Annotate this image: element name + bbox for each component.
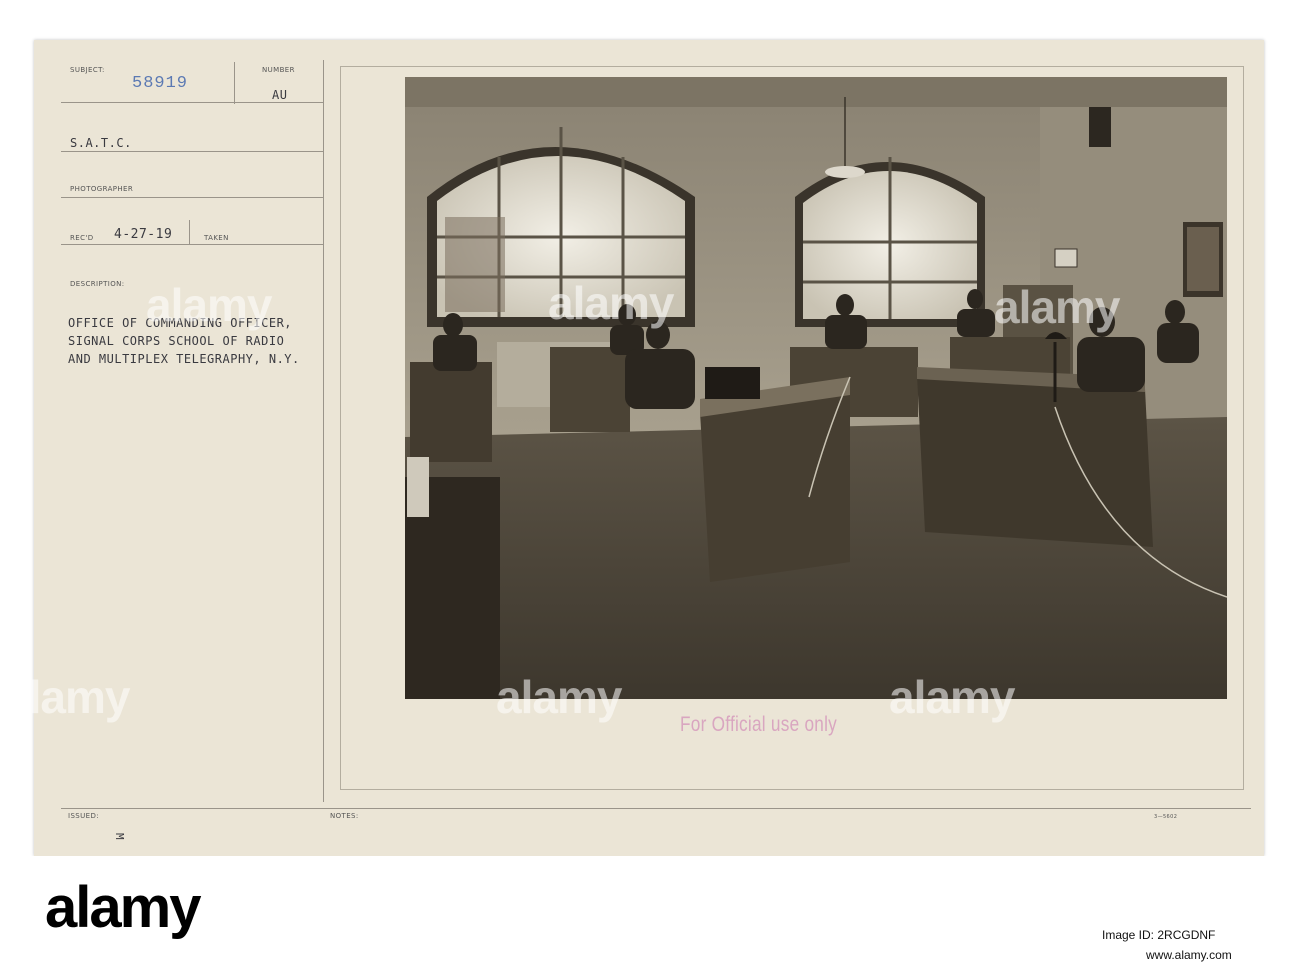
- description-label: DESCRIPTION:: [70, 280, 125, 288]
- site-url: www.alamy.com: [1146, 948, 1232, 962]
- form-number: 3—5602: [1154, 814, 1178, 820]
- archival-photograph: [405, 77, 1227, 699]
- watermark: alamy: [4, 671, 130, 723]
- alamy-logo: alamy: [45, 875, 201, 940]
- official-use-stamp: For Official use only: [680, 713, 838, 736]
- issued-label: ISSUED:: [68, 812, 100, 820]
- watermark: alamy: [889, 671, 1015, 723]
- issued-mark: M: [113, 832, 127, 841]
- image-id: Image ID: 2RCGDNF: [1102, 928, 1216, 942]
- subject-text: S.A.T.C.: [70, 136, 132, 150]
- photographer-label: PHOTOGRAPHER: [70, 185, 134, 193]
- divider: [234, 62, 235, 104]
- number-stamp: 58919: [132, 74, 189, 93]
- subject-label: SUBJECT:: [70, 66, 105, 74]
- taken-label: TAKEN: [204, 234, 229, 242]
- recd-label: REC'D: [70, 234, 94, 242]
- number-label: NUMBER: [262, 66, 295, 74]
- divider: [61, 808, 1251, 809]
- number-suffix: AU: [272, 88, 288, 102]
- archive-card: SUBJECT: NUMBER 58919 AU S.A.T.C. PHOTOG…: [4, 40, 1264, 856]
- watermark: alamy: [548, 277, 674, 329]
- office-scene-illustration: [405, 77, 1227, 699]
- divider: [61, 151, 323, 152]
- notes-label: NOTES:: [330, 812, 359, 820]
- stock-footer: alamy Image ID: 2RCGDNF www.alamy.com: [0, 856, 1300, 978]
- watermark: alamy: [994, 281, 1120, 333]
- divider: [61, 244, 323, 245]
- divider: [189, 220, 190, 244]
- divider: [323, 60, 324, 802]
- description-line-3: AND MULTIPLEX TELEGRAPHY, N.Y.: [68, 352, 300, 366]
- divider: [61, 197, 323, 198]
- divider: [61, 102, 323, 103]
- watermark: alamy: [496, 671, 622, 723]
- description-line-2: SIGNAL CORPS SCHOOL OF RADIO: [68, 334, 285, 348]
- watermark: alamy: [146, 279, 272, 331]
- recd-date: 4-27-19: [114, 227, 173, 242]
